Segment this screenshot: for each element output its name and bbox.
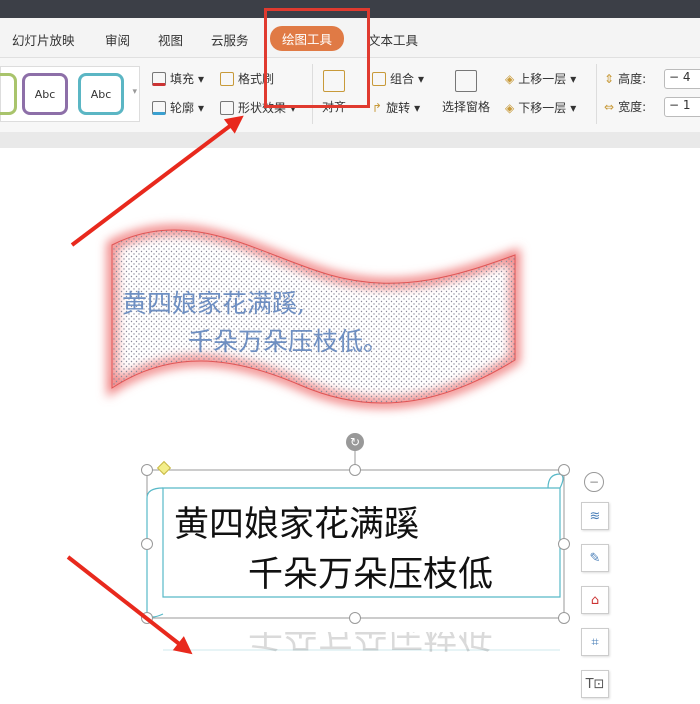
reflection-text: 千朵万朵压枝低: [248, 632, 494, 653]
pen-icon: ✎: [589, 550, 601, 566]
collapse-icon[interactable]: −: [584, 472, 604, 492]
scroll-text-line1: 黄四娘家花满蹊: [174, 505, 420, 545]
resize-handle-br[interactable]: [558, 612, 570, 624]
resize-handle-r[interactable]: [558, 538, 570, 550]
layers-icon: ≋: [589, 508, 601, 524]
text-wrap-button[interactable]: T⊡: [581, 670, 609, 698]
text-box-icon: T⊡: [585, 676, 605, 692]
fill-bucket-icon: ⌂: [590, 592, 600, 608]
resize-handle-l[interactable]: [141, 538, 153, 550]
resize-handle-b[interactable]: [349, 612, 361, 624]
resize-handle-tl[interactable]: [141, 464, 153, 476]
layers-button[interactable]: ≋: [581, 502, 609, 530]
crop-button[interactable]: ⌗: [581, 628, 609, 656]
fill-style-button[interactable]: ⌂: [581, 586, 609, 614]
crop-icon: ⌗: [591, 634, 599, 650]
scroll-text-line2: 千朵万朵压枝低: [248, 555, 494, 595]
outline-style-button[interactable]: ✎: [581, 544, 609, 572]
resize-handle-t[interactable]: [349, 464, 361, 476]
resize-handle-tr[interactable]: [558, 464, 570, 476]
rotate-handle[interactable]: ↻: [346, 433, 364, 451]
